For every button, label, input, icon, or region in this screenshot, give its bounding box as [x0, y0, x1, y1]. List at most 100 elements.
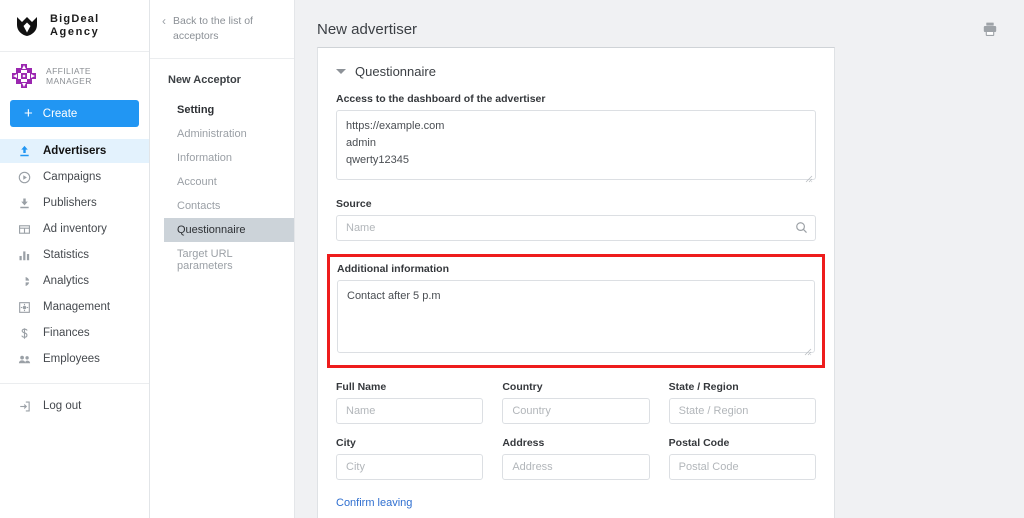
brand-text: BigDeal Agency [50, 13, 99, 38]
additional-textarea[interactable]: Contact after 5 p.m [337, 280, 815, 353]
questionnaire-card: Questionnaire Access to the dashboard of… [317, 47, 835, 518]
state-field-group: State / Region [668, 381, 816, 424]
secondary-sidebar: ‹ Back to the list of acceptors New Acce… [150, 0, 295, 518]
additional-label: Additional information [337, 263, 449, 275]
access-field-group: Access to the dashboard of the advertise… [336, 93, 816, 185]
acceptor-title: New Acceptor [168, 74, 241, 87]
sidebar-item-analytics[interactable]: Analytics [0, 269, 149, 293]
sidebar-item-label: Log out [43, 400, 82, 412]
city-input[interactable] [336, 454, 484, 480]
snowflake-avatar-icon [12, 64, 36, 88]
back-to-acceptors-link[interactable]: ‹ Back to the list of acceptors [150, 0, 294, 60]
sidebar-item-statistics[interactable]: Statistics [0, 243, 149, 267]
logout-arrow-icon [18, 400, 31, 413]
source-field-group: Source [336, 198, 816, 241]
pie-chart-icon [18, 275, 31, 288]
country-label: Country [502, 381, 543, 393]
sidebar-item-employees[interactable]: Employees [0, 347, 149, 371]
additional-textarea-wrap: Contact after 5 p.m [337, 280, 815, 358]
account-row[interactable]: AFFILIATE MANAGER [0, 52, 149, 96]
country-input[interactable] [502, 398, 650, 424]
play-circle-icon [18, 171, 31, 184]
sidebar-item-label: Employees [43, 353, 100, 365]
access-textarea[interactable]: https://example.com admin qwerty12345 [336, 110, 816, 180]
brand-name-line1: BigDeal [50, 12, 100, 25]
sidebar-item-label: Management [43, 301, 111, 313]
postal-input[interactable] [668, 454, 816, 480]
primary-sidebar: BigDeal Agency AFFILIATE MANAGER + Creat… [0, 0, 150, 518]
sidebar-divider [0, 383, 149, 384]
printer-icon[interactable] [982, 21, 998, 37]
people-icon [18, 353, 31, 366]
address-label: Address [502, 437, 545, 449]
main-content: New advertiser Questionnaire Access to t… [295, 0, 1024, 518]
subnav-item-target-url[interactable]: Target URL parameters [150, 242, 294, 278]
caret-down-icon [336, 69, 346, 74]
access-textarea-wrap: https://example.com admin qwerty12345 [336, 110, 816, 185]
sidebar-item-label: Advertisers [43, 145, 107, 157]
postal-label: Postal Code [668, 437, 730, 449]
subnav-group-setting[interactable]: Setting [150, 98, 294, 122]
sidebar-item-publishers[interactable]: Publishers [0, 191, 149, 215]
page-header: New advertiser [295, 0, 1024, 44]
sidebar-item-management[interactable]: Management [0, 295, 149, 319]
city-label: City [336, 437, 356, 449]
create-button-label: Create [42, 107, 78, 120]
source-input[interactable] [336, 215, 816, 241]
sidebar-item-ad-inventory[interactable]: Ad inventory [0, 217, 149, 241]
brand-name-line2: Agency [50, 25, 100, 38]
state-input[interactable] [668, 398, 816, 424]
brand-header[interactable]: BigDeal Agency [0, 0, 149, 52]
download-arrow-icon [18, 197, 31, 210]
state-label: State / Region [668, 381, 739, 393]
shield-crest-icon [17, 16, 37, 36]
sidebar-nav: Advertisers Campaigns Publishers Ad inve… [0, 139, 149, 420]
plus-icon: + [24, 105, 33, 122]
create-button[interactable]: + Create [10, 100, 139, 127]
source-label: Source [336, 198, 372, 210]
full-name-label: Full Name [336, 381, 387, 393]
sidebar-item-label: Analytics [43, 275, 90, 287]
full-name-input[interactable] [336, 398, 484, 424]
app-root: BigDeal Agency AFFILIATE MANAGER + Creat… [0, 0, 1024, 518]
questionnaire-section-header[interactable]: Questionnaire [336, 64, 816, 79]
sidebar-item-campaigns[interactable]: Campaigns [0, 165, 149, 189]
dollar-sign-icon [18, 327, 31, 340]
address-field-group: Address [502, 437, 650, 480]
address-row-1: Full Name Country State / Region [336, 381, 816, 424]
source-input-wrap [336, 215, 816, 241]
gear-square-icon [18, 301, 31, 314]
subnav-item-account[interactable]: Account [150, 170, 294, 194]
bar-chart-icon [18, 249, 31, 262]
sidebar-item-label: Publishers [43, 197, 97, 209]
subnav-item-administration[interactable]: Administration [150, 122, 294, 146]
sidebar-item-advertisers[interactable]: Advertisers [0, 139, 149, 163]
sidebar-item-label: Finances [43, 327, 90, 339]
postal-field-group: Postal Code [668, 437, 816, 480]
back-link-label: Back to the list of acceptors [173, 15, 253, 43]
chevron-left-icon: ‹ [162, 14, 166, 28]
upload-arrow-icon [18, 145, 31, 158]
subnav-item-contacts[interactable]: Contacts [150, 194, 294, 218]
subnav-list: Setting Administration Information Accou… [150, 96, 294, 278]
subnav-item-questionnaire[interactable]: Questionnaire [164, 218, 294, 243]
sidebar-item-logout[interactable]: Log out [0, 394, 149, 418]
page-title: New advertiser [317, 20, 418, 38]
subnav-item-information[interactable]: Information [150, 146, 294, 170]
window-panels-icon [18, 223, 31, 236]
account-role-label: AFFILIATE MANAGER [46, 66, 92, 86]
search-icon[interactable] [795, 221, 808, 234]
full-name-field-group: Full Name [336, 381, 484, 424]
access-label: Access to the dashboard of the advertise… [336, 93, 546, 105]
section-title: Questionnaire [355, 64, 436, 79]
country-field-group: Country [502, 381, 650, 424]
city-field-group: City [336, 437, 484, 480]
address-input[interactable] [502, 454, 650, 480]
sidebar-item-label: Campaigns [43, 171, 102, 183]
confirm-leaving-link[interactable]: Confirm leaving [336, 497, 412, 509]
additional-information-highlight: Additional information Contact after 5 p… [327, 254, 825, 368]
sidebar-item-finances[interactable]: Finances [0, 321, 149, 345]
sidebar-item-label: Ad inventory [43, 223, 107, 235]
address-row-2: City Address Postal Code [336, 437, 816, 480]
sidebar-item-label: Statistics [43, 249, 90, 261]
